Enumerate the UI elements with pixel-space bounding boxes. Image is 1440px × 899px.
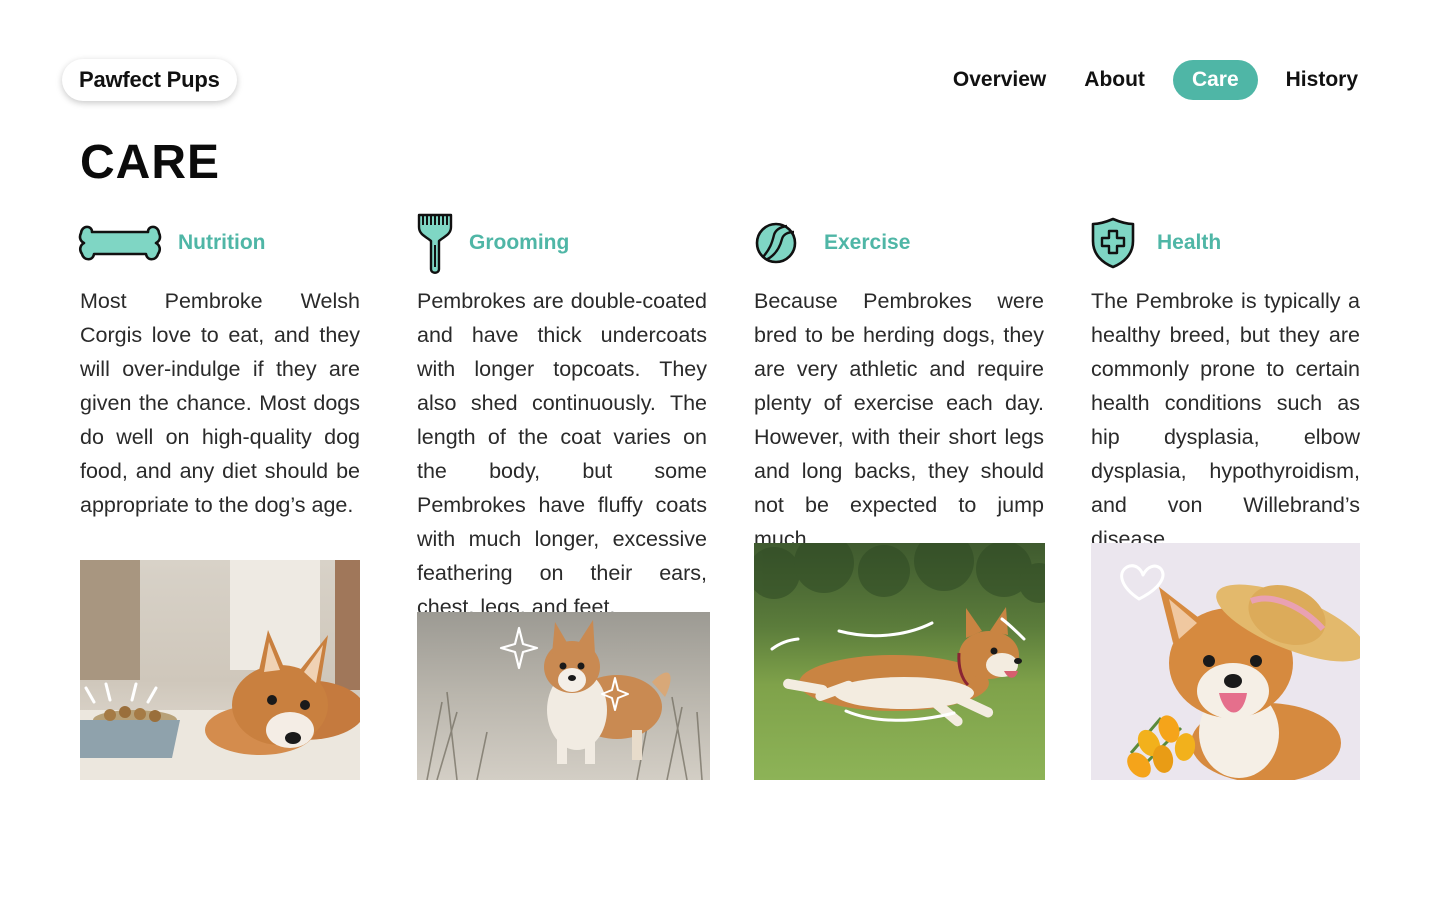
nav-about[interactable]: About <box>1074 60 1155 100</box>
health-section: Health The Pembroke is typically a healt… <box>1091 208 1360 556</box>
brand-name: Pawfect Pups <box>79 67 220 92</box>
comb-icon <box>417 211 453 275</box>
exercise-section: Exercise Because Pembrokes were bred to … <box>754 208 1044 556</box>
nutrition-photo <box>80 560 360 780</box>
page-title: CARE <box>80 136 221 189</box>
nav-care[interactable]: Care <box>1172 60 1258 100</box>
grooming-text: Pembrokes are double-coated and have thi… <box>417 289 707 619</box>
health-photo <box>1091 543 1360 780</box>
grooming-section: Grooming Pembrokes are double-coated and… <box>417 208 707 624</box>
main-nav: Overview About Care History <box>943 60 1368 100</box>
nav-history[interactable]: History <box>1276 60 1368 100</box>
brand-logo[interactable]: Pawfect Pups <box>62 59 237 101</box>
exercise-photo <box>754 543 1045 780</box>
exercise-text: Because Pembrokes were bred to be herdin… <box>754 289 1044 551</box>
nav-overview[interactable]: Overview <box>943 60 1056 100</box>
bone-icon <box>78 224 162 262</box>
nutrition-section: Nutrition Most Pembroke Welsh Corgis lov… <box>78 208 360 522</box>
grooming-title: Grooming <box>469 231 570 254</box>
nutrition-title: Nutrition <box>178 231 266 254</box>
grooming-photo <box>417 612 710 780</box>
shield-plus-icon <box>1091 217 1135 269</box>
nutrition-text: Most Pembroke Welsh Corgis love to eat, … <box>80 289 360 517</box>
health-title: Health <box>1157 231 1222 254</box>
exercise-title: Exercise <box>824 231 911 254</box>
health-text: The Pembroke is typically a healthy bree… <box>1091 289 1360 551</box>
tennis-ball-icon <box>754 221 798 265</box>
